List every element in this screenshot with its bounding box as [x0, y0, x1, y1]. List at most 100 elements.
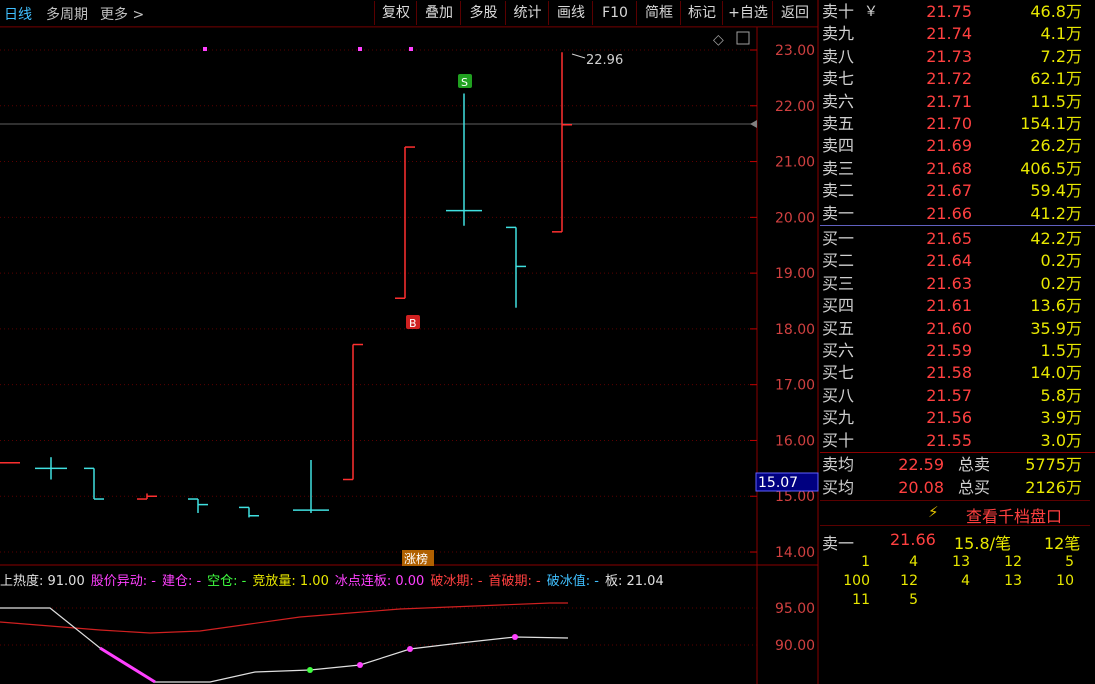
level-volume: 3.0万	[1040, 430, 1082, 450]
bid-row[interactable]: 买八 21.57 5.8万	[822, 385, 1086, 407]
bid-row[interactable]: 买六 21.59 1.5万	[822, 340, 1086, 362]
level-label: 卖五	[822, 114, 855, 133]
view-depth-button[interactable]: ⚡ 查看千档盘口	[820, 500, 1090, 526]
tick-value: 12	[1004, 554, 1022, 570]
level-volume: 11.5万	[1030, 91, 1082, 111]
average-value: 22.59	[898, 455, 944, 474]
price-axis-label: 16.00	[775, 433, 815, 449]
candle[interactable]	[239, 506, 259, 518]
bid-row[interactable]: 买五 21.60 35.9万	[822, 318, 1086, 340]
level-label: 买六	[822, 341, 855, 360]
average-label: 买均	[822, 478, 855, 497]
level-label: 买一	[822, 229, 855, 248]
level-volume: 41.2万	[1030, 203, 1082, 223]
level-volume: 406.5万	[1020, 158, 1082, 178]
level-label: 买三	[822, 273, 855, 293]
level-price: 21.60	[926, 318, 972, 338]
bid-row[interactable]: 买七 21.58 14.0万	[822, 362, 1086, 384]
ask-row[interactable]: 卖十 21.75 46.8万	[822, 1, 1086, 23]
high-annotation: 22.96	[586, 53, 623, 68]
candle[interactable]	[188, 498, 208, 513]
book-separator	[820, 225, 1095, 226]
price-axis-label: 18.00	[775, 322, 815, 338]
level-label: 买七	[822, 363, 855, 383]
candle[interactable]	[84, 467, 104, 500]
candle[interactable]	[395, 146, 415, 299]
ask-row[interactable]: 卖一 21.66 41.2万	[822, 203, 1086, 225]
ask-row[interactable]: 卖六 21.71 11.5万	[822, 91, 1086, 113]
level-volume: 42.2万	[1030, 229, 1082, 248]
average-row: 卖均 22.59 总卖 5775万	[822, 454, 1086, 476]
bid-row[interactable]: 买四 21.61 13.6万	[822, 295, 1086, 317]
level-volume: 62.1万	[1030, 69, 1082, 89]
ask-row[interactable]: 卖七 21.72 62.1万	[822, 68, 1086, 90]
indicator-item: 破冰期: -	[430, 574, 483, 589]
level-price: 21.70	[926, 114, 972, 133]
indicator-dot	[512, 634, 518, 640]
level-label: 买四	[822, 296, 855, 316]
high-annotation-leader	[571, 53, 586, 59]
panel-toggle-icon[interactable]	[736, 31, 750, 45]
tick-value: 5	[1065, 554, 1074, 570]
tick-value: 11	[852, 592, 870, 608]
bid-row[interactable]: 买一 21.65 42.2万	[822, 228, 1086, 250]
indicator-item: 首破期: -	[488, 574, 541, 589]
candle[interactable]	[446, 93, 482, 226]
indicator-dot	[407, 646, 413, 652]
first-ask-price: 21.66	[890, 530, 936, 549]
price-axis-label: 14.00	[775, 545, 815, 561]
level-price: 21.74	[926, 24, 972, 44]
level-price: 21.58	[926, 363, 972, 383]
level-volume: 0.2万	[1040, 273, 1082, 293]
bid-row[interactable]: 买九 21.56 3.9万	[822, 407, 1086, 429]
price-axis-label: 15.00	[775, 489, 815, 505]
indicator-highlight	[99, 646, 156, 684]
candle[interactable]	[293, 459, 329, 513]
ask-row[interactable]: 卖四 21.69 26.2万	[822, 135, 1086, 157]
level-label: 卖六	[822, 91, 855, 111]
buy-marker-label: B	[409, 317, 417, 330]
level-volume: 26.2万	[1030, 136, 1082, 156]
current-price-tag-label: 15.07	[758, 475, 798, 491]
currency-mark: ￥	[864, 4, 878, 20]
diamond-icon[interactable]: ◇	[713, 32, 724, 48]
bid-row[interactable]: 买二 21.64 0.2万	[822, 250, 1086, 272]
ask-row[interactable]: 卖八 21.73 7.2万	[822, 46, 1086, 68]
price-axis-label: 22.00	[775, 99, 815, 115]
candle[interactable]	[343, 343, 363, 481]
ask-row[interactable]: 卖三 21.68 406.5万	[822, 158, 1086, 180]
tick-value: 12	[900, 573, 918, 589]
level-price: 21.75	[926, 2, 972, 21]
level-label: 买九	[822, 408, 855, 428]
tick-value: 1	[861, 554, 870, 570]
level-volume: 4.1万	[1040, 24, 1082, 44]
average-label: 卖均	[822, 455, 855, 474]
level-price: 21.55	[926, 430, 972, 450]
candle[interactable]	[552, 52, 572, 233]
level-label: 买五	[822, 318, 855, 338]
indicator-dot	[307, 667, 313, 673]
indicator-axis-label: 95.00	[775, 601, 815, 617]
level-price: 21.64	[926, 251, 972, 271]
ask-row[interactable]: 卖二 21.67 59.4万	[822, 180, 1086, 202]
level-volume: 5.8万	[1040, 385, 1082, 405]
signal-dot	[358, 47, 362, 51]
price-axis-label: 23.00	[775, 43, 815, 59]
bid-row[interactable]: 买三 21.63 0.2万	[822, 273, 1086, 295]
level-label: 买十	[822, 430, 855, 450]
first-ask-count: 12笔	[1044, 534, 1081, 553]
level-price: 21.66	[926, 203, 972, 223]
indicator-item: 冰点连板: 0.00	[334, 574, 425, 589]
level-volume: 13.6万	[1030, 296, 1082, 316]
level-volume: 0.2万	[1040, 251, 1082, 271]
indicator-axis-label: 90.00	[775, 638, 815, 654]
current-price-pointer	[750, 120, 757, 128]
level-label: 卖八	[822, 46, 855, 66]
bid-row[interactable]: 买十 21.55 3.0万	[822, 430, 1086, 452]
ask-row[interactable]: 卖九 21.74 4.1万	[822, 23, 1086, 45]
candle[interactable]	[506, 226, 526, 308]
book-footer-divider	[820, 452, 1095, 453]
candle[interactable]	[35, 457, 67, 480]
level-label: 卖一	[822, 203, 855, 223]
ask-row[interactable]: 卖五 21.70 154.1万	[822, 113, 1086, 135]
